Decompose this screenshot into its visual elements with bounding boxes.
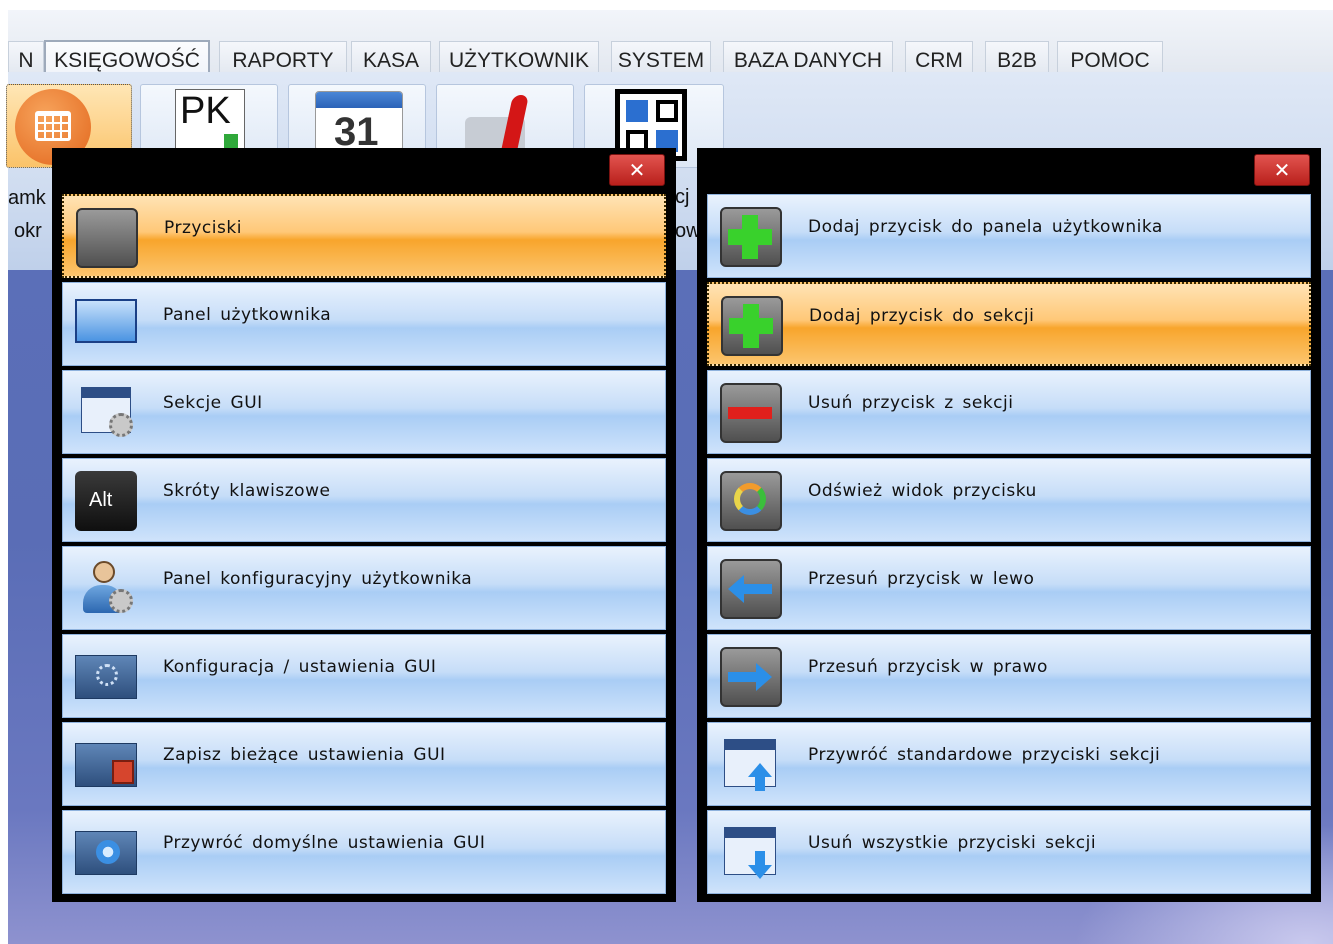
menu-item-przesun-w-prawo[interactable]: Przesuń przycisk w prawo: [707, 634, 1311, 718]
menu-item-przywroc-domyslne[interactable]: Przywróć domyślne ustawienia GUI: [62, 810, 666, 894]
calendar-day: 31: [334, 110, 379, 151]
section-buttons-dialog: ✕ Dodaj przycisk do panela użytkownika D…: [697, 148, 1321, 902]
pdf-icon: [457, 91, 557, 151]
menu-item-label: Dodaj przycisk do panela użytkownika: [808, 217, 1163, 237]
menu-item-skroty-klawiszowe[interactable]: Alt Skróty klawiszowe: [62, 458, 666, 542]
menu-item-label: Usuń przycisk z sekcji: [808, 393, 1014, 413]
user-panel-icon: [75, 299, 137, 343]
ribbon-label-partial-1: amk: [8, 187, 46, 209]
buttons-dialog: ✕ Przyciski Panel użytkownika Sekcje GUI…: [52, 148, 676, 902]
restore-section-icon: [720, 735, 782, 795]
menu-item-label: Panel konfiguracyjny użytkownika: [163, 569, 473, 589]
alt-key-text: Alt: [89, 489, 113, 511]
calendar-icon: 31: [315, 91, 403, 151]
menu-item-odswiez-widok[interactable]: Odśwież widok przycisku: [707, 458, 1311, 542]
menu-item-label: Dodaj przycisk do sekcji: [809, 306, 1035, 326]
menu-item-sekcje-gui[interactable]: Sekcje GUI: [62, 370, 666, 454]
menu-item-label: Przyciski: [164, 218, 242, 238]
arrow-left-icon: [720, 559, 782, 619]
red-minus-icon: [720, 383, 782, 443]
menu-item-label: Przywróć domyślne ustawienia GUI: [163, 833, 486, 853]
menu-item-label: Przesuń przycisk w lewo: [808, 569, 1035, 589]
menu-item-label: Sekcje GUI: [163, 393, 263, 413]
menu-item-label: Skróty klawiszowe: [163, 481, 331, 501]
gui-sections-icon: [75, 383, 137, 443]
menu-item-label: Konfiguracja / ustawienia GUI: [163, 657, 437, 677]
save-settings-icon: [75, 743, 137, 787]
menu-item-label: Panel użytkownika: [163, 305, 332, 325]
ribbon-label-partial-3: cj: [675, 186, 690, 208]
menu-item-dodaj-do-sekcji[interactable]: Dodaj przycisk do sekcji: [707, 282, 1311, 366]
menu-item-przyciski[interactable]: Przyciski: [62, 194, 666, 278]
gray-button-icon: [76, 208, 138, 268]
refresh-icon: [720, 471, 782, 531]
green-plus-icon: [720, 207, 782, 267]
ribbon-label-partial-2: okr: [14, 220, 42, 242]
close-button[interactable]: ✕: [609, 154, 665, 186]
alt-key-icon: Alt: [75, 471, 137, 531]
menu-item-label: Przywróć standardowe przyciski sekcji: [808, 745, 1161, 765]
close-button[interactable]: ✕: [1254, 154, 1310, 186]
restore-defaults-icon: [75, 831, 137, 875]
gui-settings-icon: [75, 655, 137, 699]
menu-bar: N KSIĘGOWOŚĆ RAPORTY KASA UŻYTKOWNIK SYS…: [8, 10, 1333, 82]
pk-icon: PK: [175, 89, 245, 149]
menu-item-konfiguracja-gui[interactable]: Konfiguracja / ustawienia GUI: [62, 634, 666, 718]
menu-item-przesun-w-lewo[interactable]: Przesuń przycisk w lewo: [707, 546, 1311, 630]
menu-item-label: Usuń wszystkie przyciski sekcji: [808, 833, 1097, 853]
menu-item-label: Odśwież widok przycisku: [808, 481, 1037, 501]
menu-item-przywroc-standardowe[interactable]: Przywróć standardowe przyciski sekcji: [707, 722, 1311, 806]
menu-item-label: Zapisz bieżące ustawienia GUI: [163, 745, 446, 765]
menu-item-label: Przesuń przycisk w prawo: [808, 657, 1048, 677]
menu-item-panel-uzytkownika[interactable]: Panel użytkownika: [62, 282, 666, 366]
user-config-icon: [75, 559, 137, 619]
remove-all-icon: [720, 823, 782, 883]
menu-item-dodaj-do-panela[interactable]: Dodaj przycisk do panela użytkownika: [707, 194, 1311, 278]
pk-icon-text: PK: [180, 90, 231, 132]
green-plus-icon: [721, 296, 783, 356]
menu-item-panel-konfiguracyjny[interactable]: Panel konfiguracyjny użytkownika: [62, 546, 666, 630]
arrow-right-icon: [720, 647, 782, 707]
menu-item-usun-z-sekcji[interactable]: Usuń przycisk z sekcji: [707, 370, 1311, 454]
menu-item-usun-wszystkie[interactable]: Usuń wszystkie przyciski sekcji: [707, 810, 1311, 894]
menu-item-zapisz-ustawienia[interactable]: Zapisz bieżące ustawienia GUI: [62, 722, 666, 806]
